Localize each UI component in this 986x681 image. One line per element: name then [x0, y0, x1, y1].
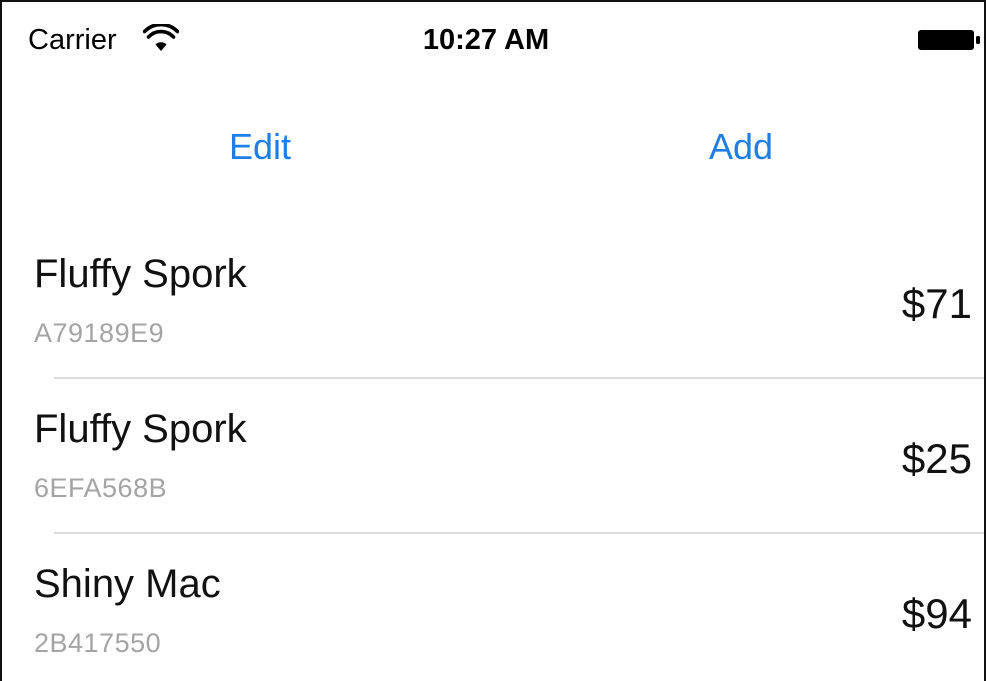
item-serial: 6EFA568B — [34, 473, 168, 503]
status-bar: Carrier 10:27 AM — [2, 2, 984, 82]
edit-button[interactable]: Edit — [229, 126, 291, 168]
battery-icon — [918, 30, 980, 50]
item-serial: A79189E9 — [34, 318, 165, 348]
add-button[interactable]: Add — [709, 126, 773, 168]
item-list: Fluffy Spork A79189E9 $71 Fluffy Spork 6… — [2, 224, 984, 681]
toolbar: Edit Add — [2, 112, 984, 182]
list-item[interactable]: Shiny Mac 2B417550 $94 — [2, 534, 984, 681]
item-price: $25 — [901, 435, 972, 482]
item-serial: 2B417550 — [34, 628, 162, 658]
list-item[interactable]: Fluffy Spork A79189E9 $71 — [2, 224, 984, 379]
item-name: Shiny Mac — [34, 562, 221, 606]
app-screen: Carrier 10:27 AM Edit Add Fluffy Spork A… — [0, 0, 986, 681]
item-name: Fluffy Spork — [34, 252, 247, 296]
item-price: $71 — [901, 280, 972, 327]
list-item[interactable]: Fluffy Spork 6EFA568B $25 — [2, 379, 984, 534]
status-time: 10:27 AM — [422, 24, 550, 56]
item-name: Fluffy Spork — [34, 407, 247, 451]
item-price: $94 — [901, 590, 972, 637]
